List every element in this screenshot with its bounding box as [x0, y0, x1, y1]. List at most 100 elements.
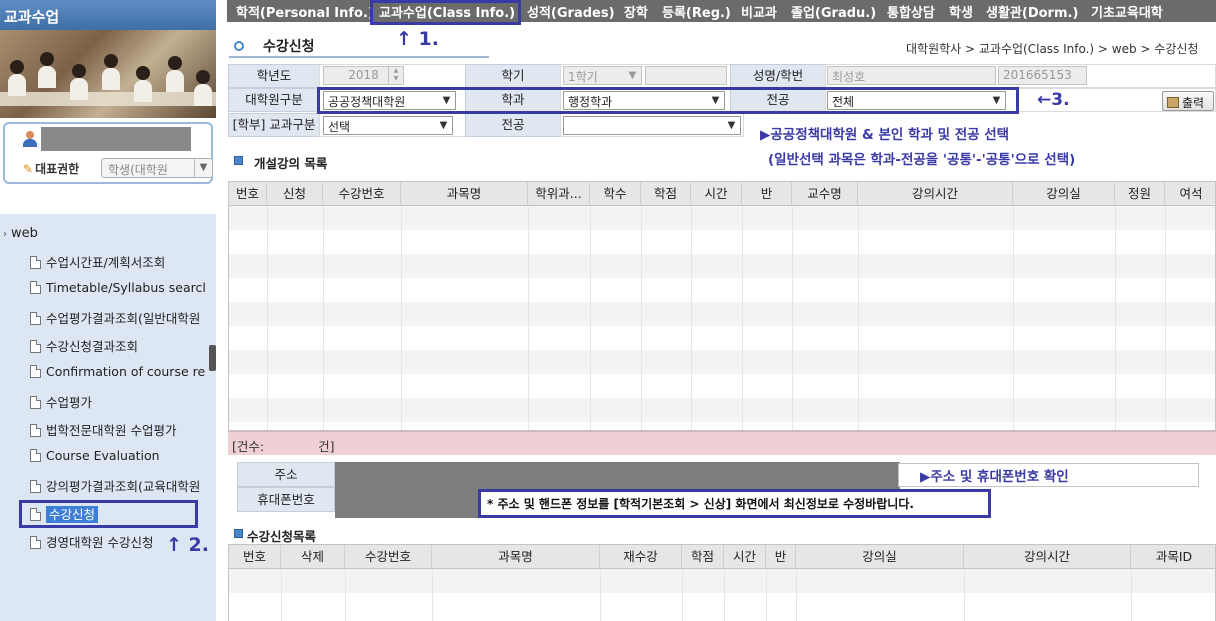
major2-select[interactable]: ▼	[563, 116, 741, 135]
column-header[interactable]: 과목ID	[1131, 545, 1215, 568]
semester-label: 학기	[465, 64, 561, 88]
user-icon	[23, 131, 37, 147]
table-row[interactable]	[229, 254, 1215, 278]
year-spinner[interactable]: 2018 ▲ ▼	[323, 66, 404, 85]
nav-student[interactable]: 학생	[949, 2, 973, 21]
table-row[interactable]	[229, 230, 1215, 254]
column-header[interactable]: 번호	[229, 182, 267, 205]
column-header[interactable]: 여석	[1165, 182, 1215, 205]
tree-item[interactable]: 수업평가결과조회(일반대학원	[30, 308, 210, 328]
nav-scholarship[interactable]: 장학	[624, 2, 648, 21]
tree-item[interactable]: 강의평가결과조회(교육대학원	[30, 476, 210, 496]
annotation-select-note: ▶공공정책대학원 & 본인 학과 및 전공 선택	[760, 127, 1010, 143]
tree-item[interactable]: Confirmation of course re	[30, 364, 210, 384]
spinner-arrows-icon: ▲ ▼	[388, 67, 403, 84]
rep-auth-select[interactable]: 학생(대학원 ▼	[101, 158, 213, 178]
page-title: 수강신청	[263, 39, 315, 55]
tree-item[interactable]: 법학전문대학원 수업평가	[30, 420, 210, 440]
column-header[interactable]: 강의시간	[858, 182, 1013, 205]
table-row[interactable]	[229, 206, 1215, 230]
nav-extracurricular[interactable]: 비교과	[741, 2, 777, 21]
name-id-label: 성명/학번	[730, 64, 826, 88]
section-bullet-icon	[234, 529, 243, 538]
column-header[interactable]: 시간	[724, 545, 766, 568]
column-header[interactable]: 강의실	[1013, 182, 1115, 205]
column-header[interactable]: 번호	[229, 545, 281, 568]
column-header[interactable]: 학위과...	[528, 182, 590, 205]
tree-item[interactable]: Timetable/Syllabus searcl	[30, 280, 210, 300]
user-name-redacted	[41, 127, 191, 151]
chevron-down-icon: ▼	[439, 120, 448, 131]
document-icon	[30, 424, 41, 437]
nav-grades[interactable]: 성적(Grades)	[527, 2, 615, 21]
nav-counseling[interactable]: 통합상담	[887, 2, 935, 21]
annotation-box-step1	[370, 0, 521, 25]
registered-courses-title: 수강신청목록	[247, 529, 317, 544]
document-icon	[30, 365, 41, 378]
table-header: 번호 삭제 수강번호 과목명 재수강 학점 시간 반 강의실 강의시간 과목ID	[229, 545, 1215, 569]
annotation-update-note: * 주소 및 핸드폰 정보를 [학적기본조회 > 신상] 화면에서 최신정보로 …	[487, 497, 914, 511]
open-courses-table: 번호 신청 수강번호 과목명 학위과... 학수 학점 시간 반 교수명 강의시…	[228, 181, 1216, 431]
column-header[interactable]: 반	[766, 545, 796, 568]
table-row[interactable]	[229, 593, 1215, 617]
nav-dorm[interactable]: 생활관(Dorm.)	[986, 2, 1078, 21]
column-header[interactable]: 삭제	[281, 545, 345, 568]
chevron-down-icon: ▼	[727, 120, 736, 131]
table-row[interactable]	[229, 350, 1215, 374]
chevron-down-icon: ▼	[194, 159, 212, 177]
name-field: 최성호	[827, 66, 996, 85]
column-header[interactable]: 학수	[590, 182, 641, 205]
sidebar-header: 교과수업	[0, 0, 216, 30]
print-icon	[1167, 97, 1179, 108]
column-header[interactable]: 학점	[641, 182, 691, 205]
table-row[interactable]	[229, 278, 1215, 302]
table-row[interactable]	[229, 374, 1215, 398]
column-header[interactable]: 정원	[1115, 182, 1165, 205]
rep-auth-label: ✎ 대표권한	[23, 162, 80, 176]
undergrad-category-select[interactable]: 선택 ▼	[323, 116, 453, 135]
print-button[interactable]: 출력	[1162, 91, 1214, 111]
nav-registration[interactable]: 등록(Reg.)	[662, 2, 731, 21]
column-header[interactable]: 시간	[691, 182, 742, 205]
column-header[interactable]: 수강번호	[323, 182, 401, 205]
document-icon	[30, 281, 41, 294]
column-header[interactable]: 신청	[267, 182, 323, 205]
table-row[interactable]	[229, 398, 1215, 422]
tree-item[interactable]: 수강신청결과조회	[30, 336, 210, 356]
undergrad-category-label: [학부] 교과구분	[228, 113, 320, 137]
nav-basic-education[interactable]: 기초교육대학	[1091, 2, 1163, 21]
sidebar-collapse-handle[interactable]	[209, 345, 216, 371]
nav-personal-info[interactable]: 학적(Personal Info.)	[236, 2, 374, 21]
menu-tree: › web 수업시간표/계획서조회 Timetable/Syllabus sear…	[0, 214, 216, 621]
grad-school-label: 대학원구분	[228, 88, 320, 112]
annotation-box-step2	[19, 500, 198, 528]
table-row[interactable]	[229, 302, 1215, 326]
tree-item[interactable]: 수업시간표/계획서조회	[30, 252, 210, 272]
registered-courses-table: 번호 삭제 수강번호 과목명 재수강 학점 시간 반 강의실 강의시간 과목ID	[228, 544, 1216, 621]
column-header[interactable]: 학점	[682, 545, 724, 568]
tree-item[interactable]: 수업평가	[30, 392, 210, 412]
table-row[interactable]	[229, 326, 1215, 350]
document-icon	[30, 536, 41, 549]
tree-item[interactable]: Course Evaluation	[30, 448, 210, 468]
nav-graduation[interactable]: 졸업(Gradu.)	[791, 2, 876, 21]
column-header[interactable]: 과목명	[401, 182, 528, 205]
table-row[interactable]	[229, 569, 1215, 593]
document-icon	[30, 256, 41, 269]
phone-label: 휴대폰번호	[237, 487, 335, 512]
column-header[interactable]: 강의시간	[964, 545, 1131, 568]
column-header[interactable]: 수강번호	[345, 545, 432, 568]
major2-label: 전공	[465, 113, 561, 137]
semester-select[interactable]: 1학기 ▼	[563, 66, 642, 85]
column-header[interactable]: 재수강	[600, 545, 682, 568]
tree-root-web[interactable]: › web	[3, 226, 38, 241]
document-icon	[30, 449, 41, 462]
section-bullet-icon	[234, 156, 243, 165]
column-header[interactable]: 과목명	[432, 545, 600, 568]
address-redacted	[335, 462, 900, 489]
semester-extra-field	[645, 66, 727, 85]
column-header[interactable]: 교수명	[792, 182, 858, 205]
table-header: 번호 신청 수강번호 과목명 학위과... 학수 학점 시간 반 교수명 강의시…	[229, 182, 1215, 206]
column-header[interactable]: 강의실	[796, 545, 964, 568]
column-header[interactable]: 반	[742, 182, 792, 205]
